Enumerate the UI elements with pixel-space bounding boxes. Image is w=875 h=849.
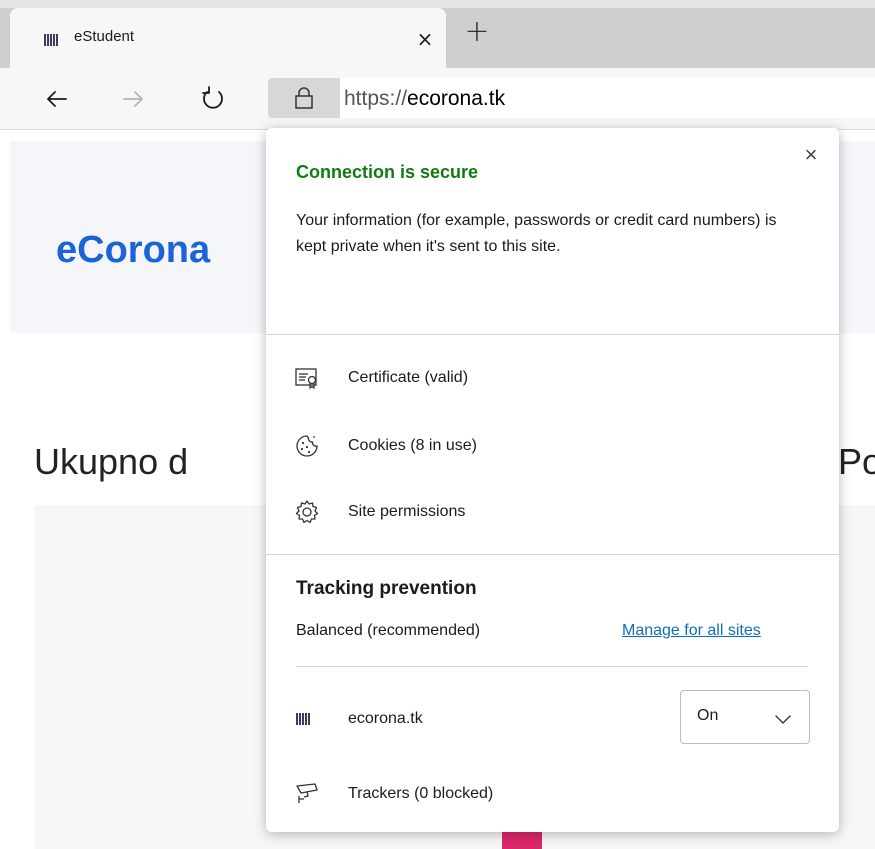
- arrow-left-icon: [47, 91, 67, 107]
- tracking-toggle-select[interactable]: On: [680, 690, 810, 744]
- tracking-prevention-title: Tracking prevention: [296, 578, 477, 599]
- site-tracking-row: ecorona.tk: [296, 704, 423, 734]
- url-host: ecorona.tk: [407, 87, 506, 110]
- back-button[interactable]: [40, 82, 74, 116]
- tab-estudent[interactable]: eStudent ×: [10, 8, 446, 68]
- page-heading-right: Po: [838, 441, 875, 482]
- tab-strip-edge: [0, 8, 10, 68]
- manage-all-sites-link[interactable]: Manage for all sites: [622, 622, 761, 640]
- chevron-down-icon: [775, 715, 791, 724]
- brand-logo[interactable]: eCorona: [56, 229, 210, 272]
- tracking-toggle-value: On: [697, 707, 719, 724]
- url-text: https://ecorona.tk: [344, 87, 505, 111]
- cookies-item[interactable]: Cookies (8 in use): [290, 426, 810, 466]
- divider: [266, 554, 839, 555]
- connection-description: Your information (for example, passwords…: [296, 212, 777, 255]
- new-tab-button[interactable]: +: [462, 17, 492, 48]
- forward-button[interactable]: [116, 82, 150, 116]
- tracking-level-text: Balanced (recommended): [296, 622, 481, 639]
- divider: [296, 666, 808, 667]
- site-permissions-label: Site permissions: [348, 503, 466, 520]
- tab-strip: eStudent × +: [0, 0, 875, 68]
- arrow-right-icon: [123, 91, 143, 107]
- gear-icon: [290, 495, 324, 529]
- site-info-flyout: × Connection is secure Your information …: [266, 128, 839, 832]
- certificate-item[interactable]: Certificate (valid): [290, 358, 810, 398]
- certificate-label: Certificate (valid): [348, 369, 469, 386]
- browser-toolbar: https://ecorona.tk: [0, 68, 875, 130]
- trackers-item[interactable]: Trackers (0 blocked): [290, 774, 493, 814]
- site-favicon-icon: [296, 713, 314, 725]
- certificate-icon: [290, 361, 324, 395]
- tab-close-icon[interactable]: ×: [414, 28, 436, 50]
- connection-status-title: Connection is secure: [296, 162, 479, 182]
- flyout-close-icon[interactable]: ×: [800, 144, 822, 166]
- refresh-button[interactable]: [196, 82, 230, 116]
- cookies-label: Cookies (8 in use): [348, 437, 477, 454]
- site-name: ecorona.tk: [348, 710, 423, 727]
- url-scheme: https://: [344, 87, 408, 110]
- site-info-button[interactable]: [268, 78, 340, 118]
- address-bar[interactable]: https://ecorona.tk: [268, 78, 875, 118]
- tab-strip-top: [0, 0, 875, 8]
- site-permissions-item[interactable]: Site permissions: [290, 492, 810, 532]
- tab-title: eStudent: [74, 28, 135, 45]
- page-heading: Ukupno d: [34, 441, 189, 482]
- lock-icon: [295, 87, 313, 109]
- divider: [266, 334, 839, 335]
- tracker-camera-icon: [290, 777, 324, 811]
- site-favicon-icon: [44, 34, 62, 46]
- refresh-icon: [202, 86, 223, 109]
- trackers-label: Trackers (0 blocked): [348, 785, 494, 802]
- cookie-icon: [290, 429, 324, 463]
